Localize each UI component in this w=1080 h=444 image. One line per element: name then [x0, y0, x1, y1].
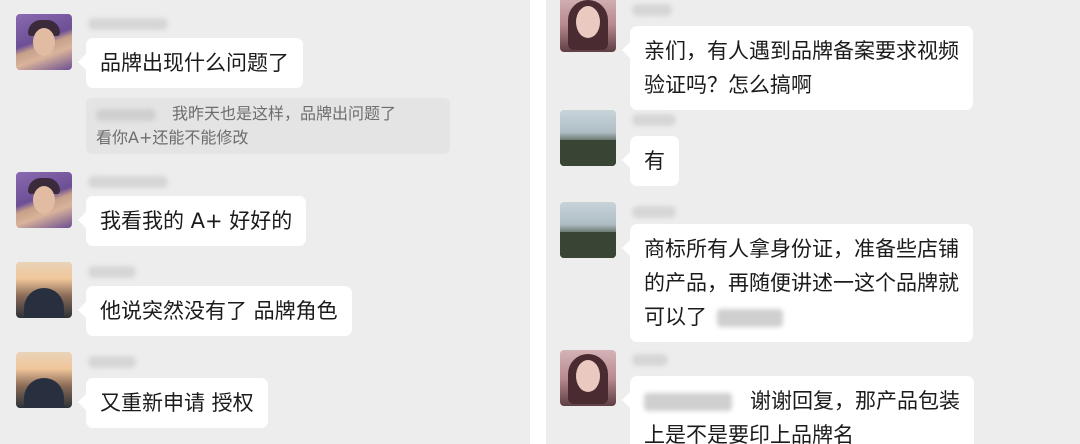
sender-name-blurred — [88, 18, 168, 30]
right-chat-panel: 亲们，有人遇到品牌备案要求视频 验证吗？怎么搞啊 有 商标所有人拿身份证，准备些… — [546, 0, 1080, 444]
avatar[interactable] — [16, 352, 72, 408]
message-bubble[interactable]: 有 — [622, 136, 679, 186]
quote-line: 我昨天也是这样，品牌出问题了 — [96, 102, 440, 126]
quote-sender-blurred — [96, 108, 156, 121]
avatar[interactable] — [560, 110, 616, 166]
sender-name-blurred — [88, 176, 168, 188]
blurred-content — [644, 393, 732, 411]
message-bubble[interactable]: 品牌出现什么问题了 — [78, 38, 303, 88]
quoted-reply[interactable]: 我昨天也是这样，品牌出问题了 看你A+还能不能修改 — [86, 98, 450, 154]
avatar[interactable] — [16, 172, 72, 228]
avatar[interactable] — [560, 0, 616, 52]
message-text: 又重新申请 授权 — [100, 391, 254, 415]
avatar[interactable] — [560, 202, 616, 258]
message-bubble[interactable]: 谢谢回复，那产品包装 上是不是要印上品牌名 — [622, 376, 974, 444]
message-bubble[interactable]: 亲们，有人遇到品牌备案要求视频 验证吗？怎么搞啊 — [622, 26, 973, 110]
sender-name-blurred — [632, 4, 672, 16]
avatar[interactable] — [560, 350, 616, 406]
avatar[interactable] — [16, 262, 72, 318]
message-text: 品牌出现什么问题了 — [100, 51, 289, 75]
message-line: 亲们，有人遇到品牌备案要求视频 — [644, 39, 959, 63]
message-bubble[interactable]: 商标所有人拿身份证，准备些店铺 的产品，再随便讲述一这个品牌就 可以了 — [622, 224, 973, 342]
message-bubble[interactable]: 他说突然没有了 品牌角色 — [78, 286, 352, 336]
message-line: 可以了 — [644, 300, 959, 334]
message-line: 谢谢回复，那产品包装 — [644, 384, 960, 418]
avatar[interactable] — [16, 14, 72, 70]
message-line: 上是不是要印上品牌名 — [644, 423, 854, 444]
sender-name-blurred — [88, 356, 136, 368]
sender-name-blurred — [88, 266, 136, 278]
message-line: 的产品，再随便讲述一这个品牌就 — [644, 271, 959, 295]
message-text: 他说突然没有了 品牌角色 — [100, 299, 338, 323]
message-line: 商标所有人拿身份证，准备些店铺 — [644, 237, 959, 261]
blurred-content — [717, 309, 783, 327]
left-chat-panel: 品牌出现什么问题了 我昨天也是这样，品牌出问题了 看你A+还能不能修改 我看我的… — [0, 0, 530, 444]
sender-name-blurred — [632, 114, 676, 126]
message-line: 有 — [644, 149, 665, 173]
quote-line: 看你A+还能不能修改 — [96, 128, 249, 147]
message-bubble[interactable]: 我看我的 A+ 好好的 — [77, 196, 307, 246]
message-line: 验证吗？怎么搞啊 — [644, 73, 812, 97]
sender-name-blurred — [632, 206, 676, 218]
message-bubble[interactable]: 又重新申请 授权 — [78, 378, 268, 428]
sender-name-blurred — [632, 354, 668, 366]
message-text: 我看我的 A+ 好好的 — [100, 209, 293, 233]
